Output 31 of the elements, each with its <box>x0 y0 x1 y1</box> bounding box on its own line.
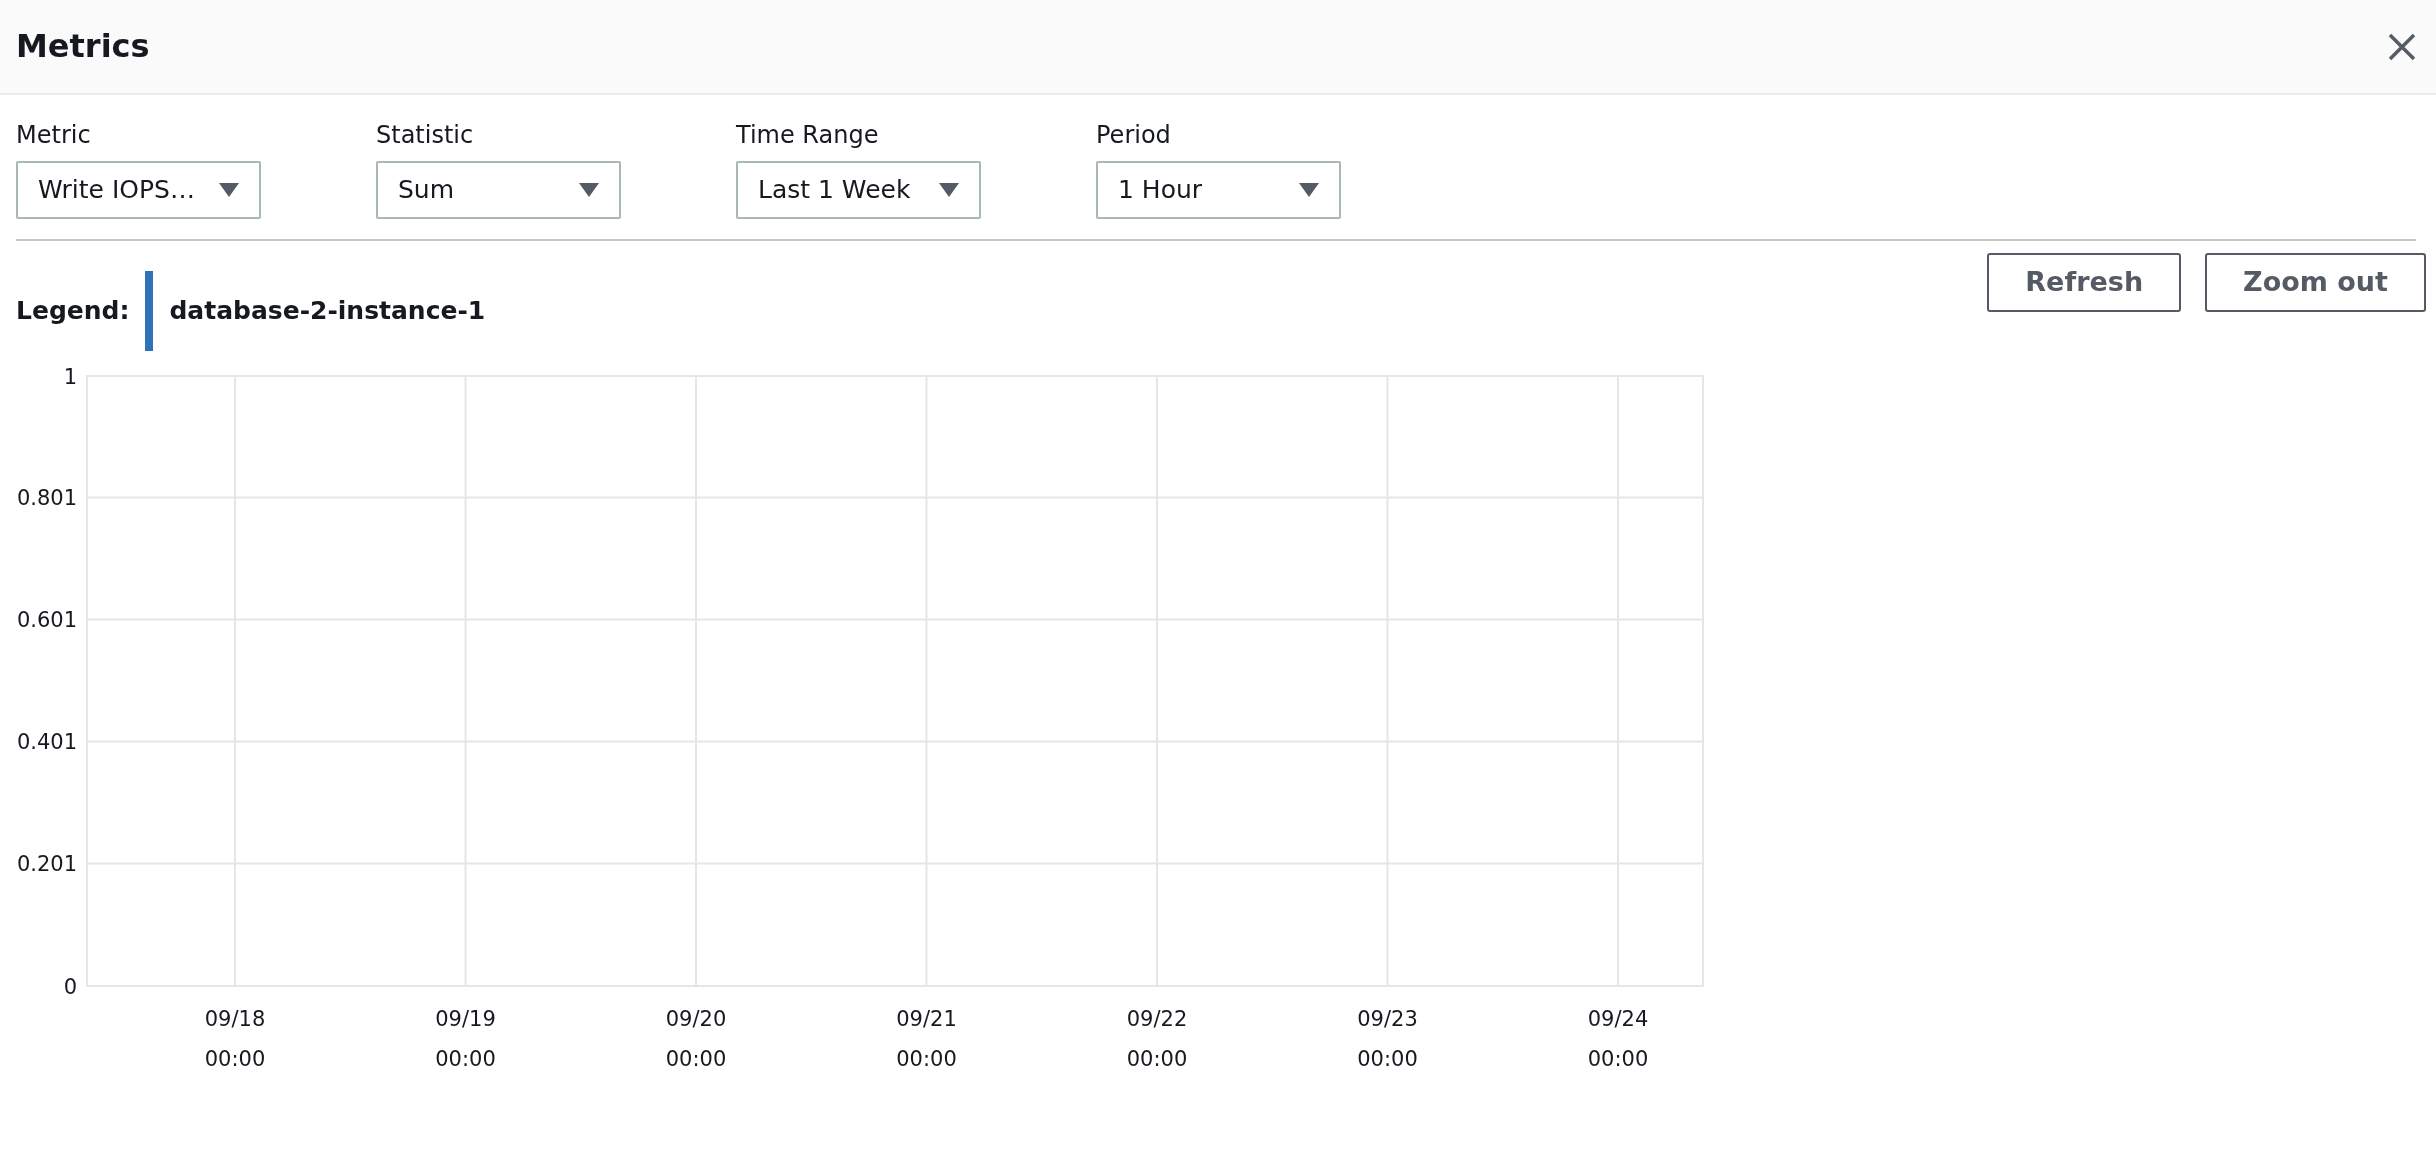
axis-tick-label: 09/20 00:00 <box>665 1007 727 1071</box>
close-icon <box>2388 32 2416 61</box>
axis-tick-label: 09/24 00:00 <box>1587 1007 1649 1071</box>
axis-tick-label: 09/22 00:00 <box>1126 1007 1188 1071</box>
caret-icon <box>1299 183 1319 197</box>
axis-tick-label: 1 <box>63 365 77 389</box>
select-field[interactable]: Sum <box>376 161 621 219</box>
axis-tick-label: 0.201 <box>16 852 77 877</box>
dialog-title: Metrics <box>16 27 150 66</box>
select-field[interactable]: Write IOPS… <box>16 161 261 219</box>
legend-entry: database-2-instance-1 <box>169 295 486 328</box>
axis-tick-label: 09/21 00:00 <box>896 1007 957 1071</box>
field-label: Metric <box>16 120 92 151</box>
field-label: Period <box>1096 120 1172 151</box>
axis-tick-label: 09/23 00:00 <box>1357 1007 1418 1071</box>
axis-tick-label: 09/18 00:00 <box>204 1007 266 1071</box>
axis-tick-label: 0 <box>63 975 77 999</box>
legend-label: Legend: <box>16 295 130 328</box>
field-label: Statistic <box>376 120 475 151</box>
select-field[interactable]: 1 Hour <box>1096 161 1341 219</box>
select-field[interactable]: Last 1 Week <box>736 161 981 219</box>
caret-icon <box>579 183 599 197</box>
axis-tick-label: 0.401 <box>16 730 77 755</box>
action-button[interactable]: Refresh <box>1987 253 2182 312</box>
action-button[interactable]: Zoom out <box>2205 253 2426 312</box>
caret-icon <box>939 183 959 197</box>
field-label: Time Range <box>736 120 880 151</box>
caret-icon <box>219 183 239 197</box>
axis-tick-label: 0.601 <box>16 608 77 633</box>
axis-tick-label: 09/19 00:00 <box>435 1007 496 1071</box>
axis-tick-label: 0.801 <box>16 486 77 511</box>
